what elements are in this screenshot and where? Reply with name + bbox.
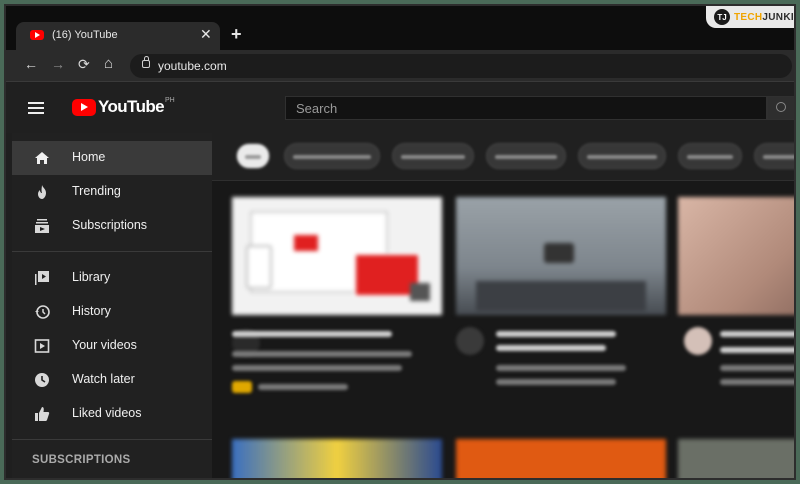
filter-chip[interactable] bbox=[578, 143, 666, 169]
techjunkie-watermark: TJ TECHJUNKIE bbox=[706, 6, 794, 28]
youtube-play-icon bbox=[72, 98, 96, 116]
sidebar-divider bbox=[12, 439, 212, 440]
youtube-region-label: PH bbox=[165, 96, 175, 104]
clock-icon bbox=[34, 372, 50, 388]
sidebar-item-home[interactable]: Home bbox=[12, 141, 212, 175]
filter-chip[interactable] bbox=[392, 143, 474, 169]
library-icon bbox=[34, 270, 50, 286]
sidebar-item-your-videos[interactable]: Your videos bbox=[12, 329, 212, 363]
filter-chip[interactable] bbox=[486, 143, 566, 169]
search-placeholder: Search bbox=[296, 101, 338, 116]
sidebar-item-label: Your videos bbox=[72, 338, 137, 352]
search-button[interactable] bbox=[767, 96, 794, 120]
sidebar-item-label: Subscriptions bbox=[72, 218, 148, 232]
home-icon[interactable]: ⌂ bbox=[104, 55, 113, 72]
sidebar-item-label: Home bbox=[72, 150, 106, 164]
sidebar-divider bbox=[12, 251, 212, 252]
sidebar-item-label: Trending bbox=[72, 184, 121, 198]
search-input[interactable]: Search bbox=[285, 96, 767, 120]
youtube-header: YouTube PH Search bbox=[6, 83, 794, 133]
youtube-favicon-icon bbox=[30, 30, 44, 40]
filter-chip[interactable] bbox=[754, 143, 794, 169]
sidebar-item-label: Library bbox=[72, 270, 111, 284]
video-thumbnail[interactable] bbox=[232, 197, 442, 315]
watermark-text: TECHJUNKIE bbox=[734, 11, 794, 23]
tab-title: (16) YouTube bbox=[52, 29, 118, 41]
sidebar-item-label: Liked videos bbox=[72, 406, 142, 420]
video-thumbnail[interactable] bbox=[678, 197, 794, 315]
video-thumbnail[interactable] bbox=[678, 439, 794, 478]
subscriptions-icon bbox=[34, 218, 50, 234]
browser-tab[interactable]: (16) YouTube ✕ bbox=[16, 22, 220, 50]
thumbs-up-icon bbox=[34, 406, 50, 422]
sidebar-item-library[interactable]: Library bbox=[12, 261, 212, 295]
main-content bbox=[212, 133, 794, 478]
home-icon bbox=[34, 150, 50, 166]
forward-arrow-icon[interactable]: → bbox=[51, 56, 65, 72]
lock-icon bbox=[142, 56, 150, 68]
sidebar-item-watch-later[interactable]: Watch later bbox=[12, 363, 212, 397]
sidebar-item-label: History bbox=[72, 304, 111, 318]
address-bar-row: ← → ⟳ ⌂ youtube.com bbox=[6, 50, 794, 82]
back-arrow-icon[interactable]: ← bbox=[24, 56, 38, 72]
filter-chip[interactable] bbox=[678, 143, 742, 169]
url-bar[interactable]: youtube.com bbox=[130, 54, 792, 78]
flame-icon bbox=[34, 184, 50, 200]
sidebar-item-label: Watch later bbox=[72, 372, 135, 386]
video-thumbnail[interactable] bbox=[232, 439, 442, 478]
filter-chip[interactable] bbox=[284, 143, 380, 169]
sidebar-item-subscriptions[interactable]: Subscriptions bbox=[12, 209, 212, 243]
sidebar-item-trending[interactable]: Trending bbox=[12, 175, 212, 209]
tab-close-icon[interactable]: ✕ bbox=[200, 26, 212, 43]
tab-strip: (16) YouTube ✕ + bbox=[6, 6, 794, 50]
subscriptions-heading: SUBSCRIPTIONS bbox=[32, 454, 131, 466]
browser-window: (16) YouTube ✕ + ← → ⟳ ⌂ youtube.com You… bbox=[4, 4, 796, 480]
video-thumbnail[interactable] bbox=[456, 439, 666, 478]
sidebar-item-liked-videos[interactable]: Liked videos bbox=[12, 397, 212, 431]
techjunkie-logo-icon: TJ bbox=[714, 9, 730, 25]
reload-icon[interactable]: ⟳ bbox=[78, 56, 90, 73]
sidebar: Home Trending Subscriptions Library Hist… bbox=[12, 133, 212, 478]
history-icon bbox=[34, 304, 50, 320]
your-videos-icon bbox=[34, 338, 50, 354]
hamburger-menu-icon[interactable] bbox=[28, 102, 44, 114]
filter-chip[interactable] bbox=[236, 143, 270, 169]
filter-chip-bar bbox=[212, 133, 794, 181]
youtube-logo-text: YouTube bbox=[98, 97, 165, 116]
youtube-logo[interactable]: YouTube PH bbox=[72, 97, 175, 117]
url-text: youtube.com bbox=[158, 59, 227, 73]
video-thumbnail[interactable] bbox=[456, 197, 666, 315]
new-tab-button[interactable]: + bbox=[231, 24, 242, 45]
sidebar-item-history[interactable]: History bbox=[12, 295, 212, 329]
